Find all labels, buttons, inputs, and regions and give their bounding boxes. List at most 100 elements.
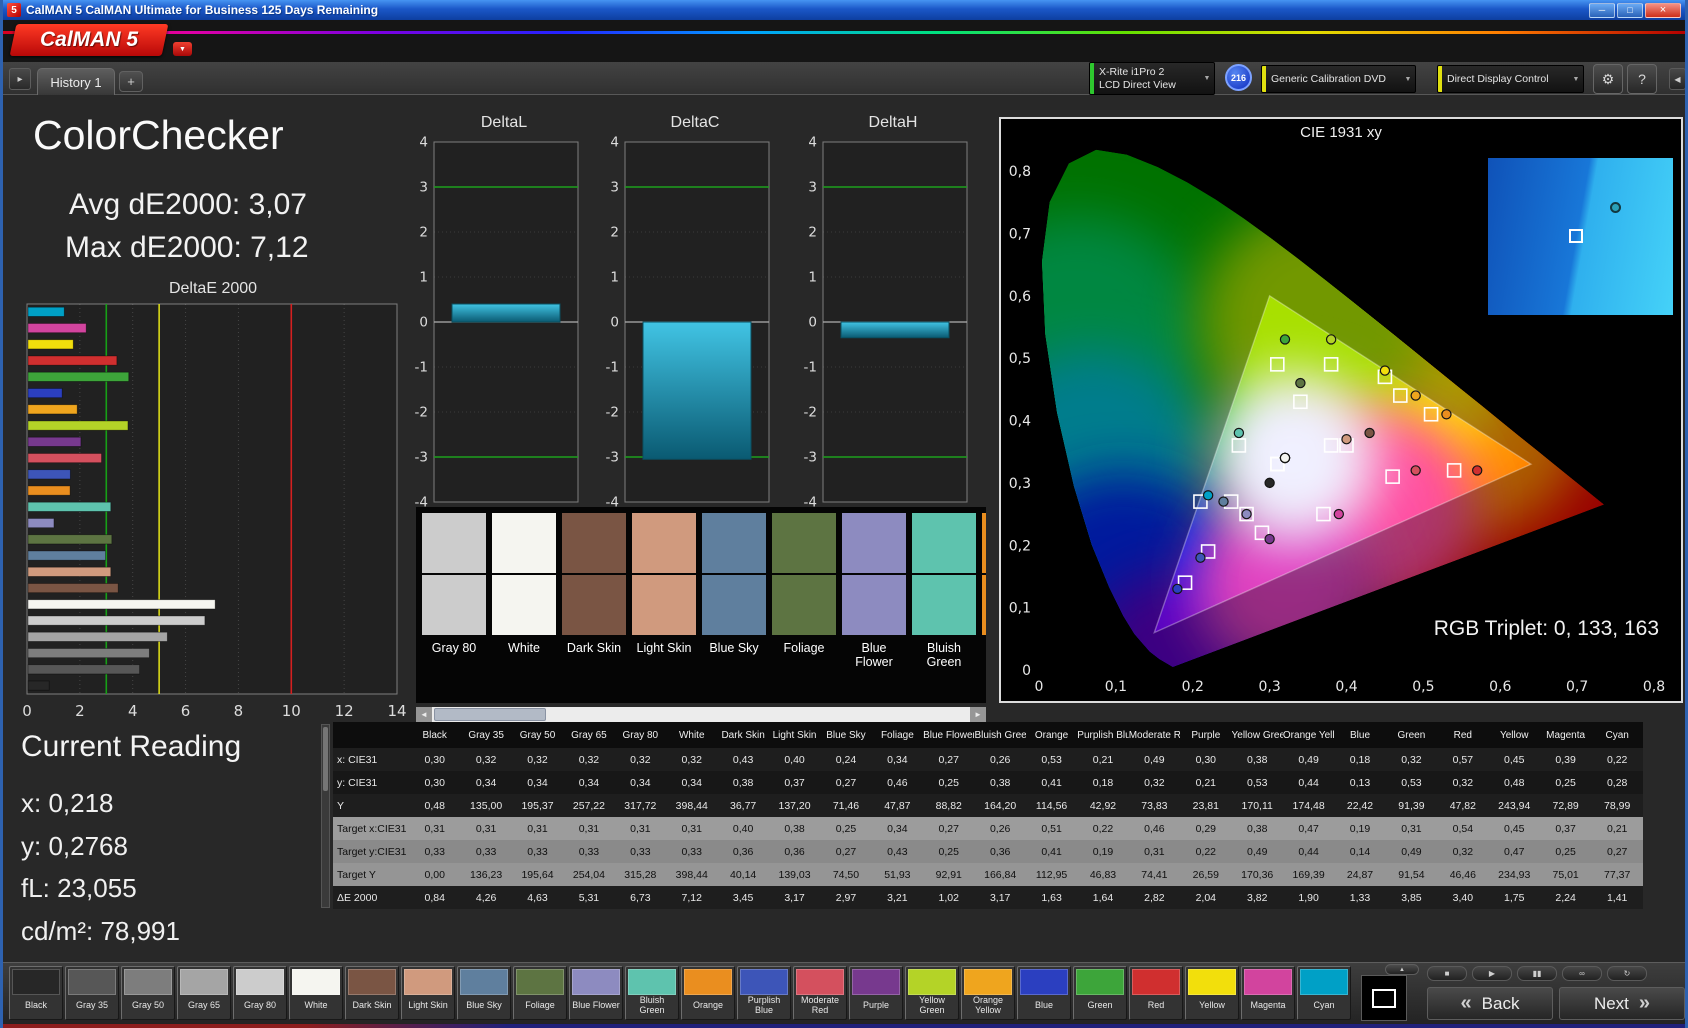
meter-label: X-Rite i1Pro 2 LCD Direct View	[1099, 65, 1176, 91]
patch-button-foliage[interactable]: Foliage	[513, 966, 567, 1020]
patch-button-orange-yellow[interactable]: Orange Yellow	[961, 966, 1015, 1020]
patch-button-magenta[interactable]: Magenta	[1241, 966, 1295, 1020]
row-label: y: CIE31	[337, 776, 378, 789]
settings-button[interactable]: ⚙	[1593, 64, 1623, 94]
rgb-triplet: RGB Triplet: 0, 133, 163	[1433, 617, 1659, 640]
patch-button-yellow-green[interactable]: Yellow Green	[905, 966, 959, 1020]
cie-chart-panel: 0 0 0,1 0,1 0,2 0,2 0,3 0,3 0,4 0,4 0,5 0,5 0,6 0,6 0,…	[999, 117, 1683, 703]
patch-button-gray-50[interactable]: Gray 50	[121, 966, 175, 1020]
scrollbar-thumb[interactable]	[323, 727, 328, 791]
logo-dropdown[interactable]: ▼	[173, 42, 192, 56]
cell-yellow-green-tx: 0,38	[1246, 822, 1268, 835]
patch-button-blue-flower[interactable]: Blue Flower	[569, 966, 623, 1020]
patch-button-blue[interactable]: Blue	[1017, 966, 1071, 1020]
help-button[interactable]: ?	[1627, 64, 1657, 94]
chevrons-left-icon: «	[1460, 992, 1472, 1014]
play-button[interactable]: ▶	[1472, 966, 1512, 981]
patch-button-yellow[interactable]: Yellow	[1185, 966, 1239, 1020]
swatch-scrollbar[interactable]: ◄ ►	[416, 707, 986, 722]
chart-title: DeltaH	[868, 114, 918, 131]
cell-orange-yellow-tY: 169,39	[1292, 868, 1325, 881]
cell-yellow-green-y: 0,53	[1246, 776, 1268, 789]
patch-button-dark-skin[interactable]: Dark Skin	[345, 966, 399, 1020]
swatch-label: Light Skin	[636, 641, 692, 655]
cie-measure-blue-sky	[1218, 496, 1229, 507]
pattern-window-button[interactable]	[1361, 975, 1407, 1021]
patch-button-purple[interactable]: Purple	[849, 966, 903, 1020]
cell-red-x: 0,57	[1452, 753, 1474, 766]
scrollbar-thumb[interactable]	[434, 708, 546, 721]
svg-text:-3: -3	[606, 450, 619, 466]
patch-button-cyan[interactable]: Cyan	[1297, 966, 1351, 1020]
patch-button-bluish-green[interactable]: Bluish Green	[625, 966, 679, 1020]
cell-purplish-blue-x: 0,21	[1092, 753, 1114, 766]
svg-text:4: 4	[610, 136, 619, 151]
loop-button[interactable]: ↻	[1607, 966, 1647, 981]
pause-button[interactable]: ▮▮	[1517, 966, 1557, 981]
cell-gray-50-y: 0,34	[527, 776, 548, 789]
deltae-bar-gray-65	[27, 631, 168, 642]
cell-purple-tY: 26,59	[1192, 868, 1219, 881]
patch-button-red[interactable]: Red	[1129, 966, 1183, 1020]
source-dropdown[interactable]: Generic Calibration DVD ▼	[1261, 65, 1416, 93]
cell-blue-flower-ty: 0,25	[938, 845, 959, 858]
close-button[interactable]: ×	[1645, 2, 1681, 18]
patch-button-gray-35[interactable]: Gray 35	[65, 966, 119, 1020]
row-label: Target Y	[337, 868, 376, 881]
svg-text:0,8: 0,8	[1643, 679, 1665, 695]
patch-button-blue-sky[interactable]: Blue Sky	[457, 966, 511, 1020]
chevrons-right-icon: »	[1638, 992, 1651, 1014]
patch-button-moderate-red[interactable]: Moderate Red	[793, 966, 847, 1020]
stop-button[interactable]: ■	[1427, 966, 1467, 981]
patch-button-black[interactable]: Black	[9, 966, 63, 1020]
cell-purple-dE: 2,04	[1195, 891, 1217, 904]
cell-gray-80-dE: 6,73	[630, 891, 651, 904]
patch-button-white[interactable]: White	[289, 966, 343, 1020]
table-row-target-y:cie31: Target y:CIE31 0,33 0,33 0,33 0,33 0,33 0,33 0,…	[333, 840, 1643, 863]
tab-history-1[interactable]: History 1	[37, 68, 115, 95]
deltae-bar-light-skin	[27, 566, 112, 577]
patch-button-gray-65[interactable]: Gray 65	[177, 966, 231, 1020]
calman-logo-text: CalMAN 5	[39, 28, 139, 51]
patch-color-swatch	[236, 969, 284, 995]
svg-text:10: 10	[282, 702, 301, 720]
cell-bluish-green-y: 0,38	[989, 776, 1011, 789]
deltae-bar-purplish-blue	[27, 469, 71, 480]
maximize-button[interactable]: □	[1617, 2, 1643, 18]
deltac-plot: -4-3-2-101234	[606, 135, 770, 511]
next-button[interactable]: Next »	[1559, 987, 1685, 1020]
cell-moderate-red-dE: 2,82	[1144, 891, 1165, 904]
deltae-bar-orange	[27, 485, 71, 496]
meter-dropdown[interactable]: X-Rite i1Pro 2 LCD Direct View ▼	[1089, 62, 1215, 95]
patch-button-label: Orange Yellow	[972, 995, 1004, 1015]
patch-color-swatch	[68, 969, 116, 995]
logo-bar: CalMAN 5 ▼	[3, 20, 1685, 62]
cell-foliage-tx: 0,34	[887, 822, 908, 835]
svg-text:1: 1	[419, 270, 428, 286]
question-icon: ?	[1638, 71, 1646, 87]
scroll-right-icon[interactable]: ►	[970, 707, 986, 722]
add-tab-button[interactable]: +	[119, 71, 143, 92]
collapse-panel-button[interactable]: ◀	[1669, 68, 1685, 90]
cie-measure-blue	[1172, 583, 1183, 595]
patch-button-purplish-blue[interactable]: Purplish Blue	[737, 966, 791, 1020]
deltae2000-chart: DeltaE 2000 0 2 4 6 8 10 12 14	[11, 280, 415, 724]
scroll-left-icon[interactable]: ◄	[416, 707, 432, 722]
chevron-down-icon: ▼	[1404, 75, 1412, 83]
panel-toggle-button[interactable]: ▸	[9, 68, 31, 90]
patch-color-swatch	[740, 969, 788, 995]
patch-button-gray-80[interactable]: Gray 80	[233, 966, 287, 1020]
eject-button[interactable]: ▲	[1385, 964, 1419, 975]
minimize-button[interactable]: ─	[1589, 2, 1615, 18]
continuous-button[interactable]: ∞	[1562, 966, 1602, 981]
patch-button-green[interactable]: Green	[1073, 966, 1127, 1020]
col-header-white: White	[666, 722, 718, 748]
patch-button-orange[interactable]: Orange	[681, 966, 735, 1020]
display-control-dropdown[interactable]: Direct Display Control ▼	[1437, 65, 1584, 93]
patch-button-light-skin[interactable]: Light Skin	[401, 966, 455, 1020]
back-button[interactable]: « Back	[1427, 987, 1553, 1020]
patch-button-label: Blue Flower	[572, 1000, 620, 1011]
cie-measure-orange-yellow	[1410, 390, 1421, 401]
cell-gray-35-tx: 0,31	[475, 822, 497, 835]
table-scrollbar[interactable]	[321, 724, 330, 908]
